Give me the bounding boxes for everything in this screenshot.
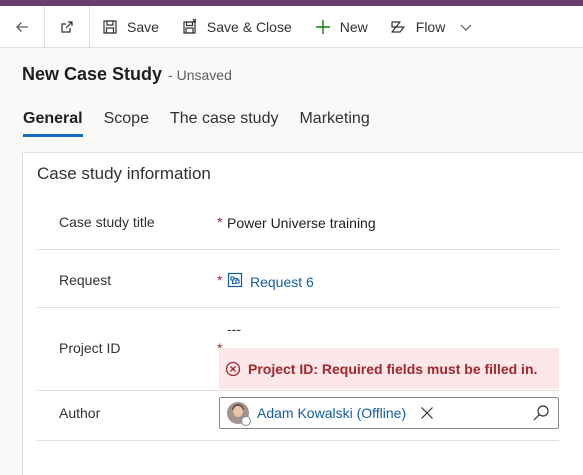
command-bar: Save Save & Close New Flow — [0, 5, 583, 48]
tab-the-case-study[interactable]: The case study — [170, 110, 279, 137]
flow-icon — [390, 18, 408, 36]
error-circle-icon — [225, 361, 241, 377]
error-notification: Project ID: Required fields must be fill… — [219, 348, 559, 389]
field-label: Project ID — [59, 340, 121, 356]
required-marker: * — [217, 214, 223, 230]
open-in-new-window-button[interactable] — [45, 6, 89, 48]
save-button[interactable]: Save — [90, 6, 170, 48]
form-header: New Case Study - Unsaved — [22, 64, 232, 85]
save-icon — [101, 18, 119, 36]
case-study-title-field: Case study title * Power Universe traini… — [37, 199, 559, 250]
offline-presence-icon — [241, 416, 251, 426]
request-value: Request 6 — [250, 273, 314, 290]
case-study-information-section: Case study information Case study title … — [22, 152, 583, 475]
save-and-close-button[interactable]: Save & Close — [170, 6, 303, 48]
new-button[interactable]: New — [303, 6, 379, 48]
tab-scope[interactable]: Scope — [104, 110, 149, 137]
search-icon[interactable] — [532, 404, 550, 422]
entity-record-icon — [227, 272, 243, 291]
save-label: Save — [127, 18, 159, 35]
close-icon[interactable] — [420, 406, 434, 420]
request-lookup-link[interactable]: Request 6 — [227, 272, 314, 291]
new-label: New — [339, 18, 368, 35]
back-button[interactable] — [0, 6, 44, 48]
chevron-down-icon — [457, 18, 475, 36]
project-id-input[interactable]: --- — [227, 321, 241, 337]
tab-marketing[interactable]: Marketing — [299, 110, 369, 137]
author-value[interactable]: Adam Kowalski (Offline) — [257, 405, 406, 421]
field-label: Case study title — [59, 214, 155, 230]
tab-general[interactable]: General — [23, 110, 83, 137]
project-id-field: Project ID * --- Project ID: Required fi… — [37, 308, 559, 391]
plus-icon — [314, 18, 332, 36]
error-message: Project ID: Required fields must be fill… — [248, 360, 538, 377]
author-field: Author Adam Kowalski (Offline) — [37, 391, 559, 441]
save-and-close-label: Save & Close — [206, 18, 292, 35]
request-field: Request * Request 6 — [37, 250, 559, 308]
page-title: New Case Study — [22, 64, 163, 84]
pop-out-icon — [58, 18, 76, 36]
flow-label: Flow — [415, 18, 446, 35]
section-title: Case study information — [37, 164, 211, 183]
back-arrow-icon — [13, 18, 31, 36]
field-label: Author — [59, 405, 101, 421]
field-label: Request — [59, 272, 112, 288]
save-status: - Unsaved — [168, 67, 232, 83]
required-marker: * — [217, 272, 223, 288]
save-close-icon — [181, 18, 199, 36]
avatar — [227, 402, 251, 426]
flow-button[interactable]: Flow — [379, 6, 487, 48]
author-lookup-input[interactable]: Adam Kowalski (Offline) — [219, 397, 559, 429]
form-tabs: General Scope The case study Marketing — [23, 110, 391, 137]
case-study-title-input[interactable]: Power Universe training — [227, 215, 376, 231]
